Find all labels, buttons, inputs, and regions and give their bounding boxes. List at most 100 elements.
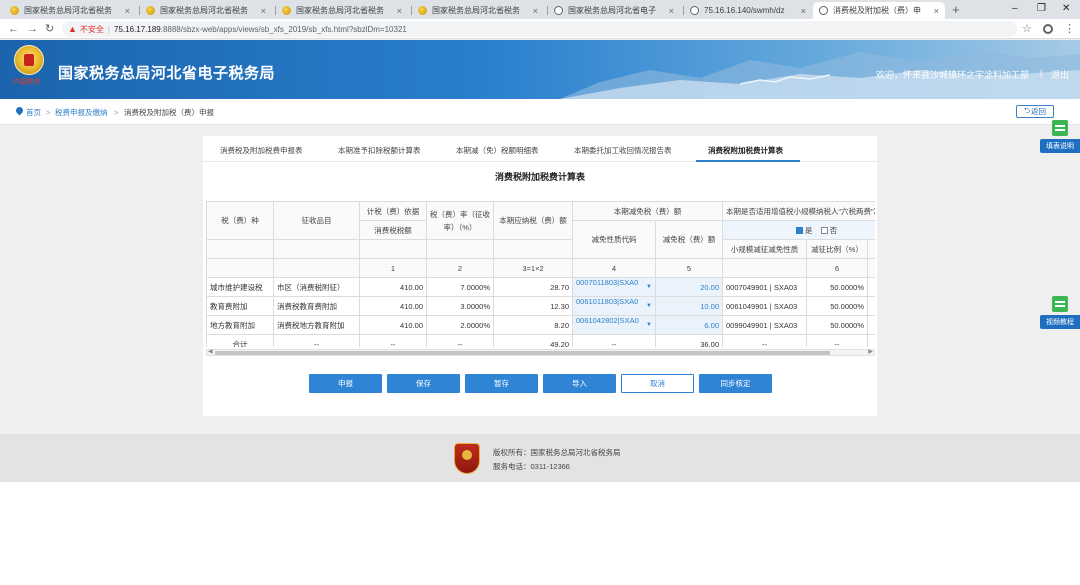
globe-icon: [690, 6, 699, 15]
return-arrow-icon: ⮌: [1023, 106, 1030, 115]
browser-tab[interactable]: 国家税务总局河北省税务 ×: [276, 2, 408, 19]
relief-amount-input[interactable]: 6.00: [655, 315, 723, 335]
warning-icon[interactable]: ▲: [68, 24, 77, 34]
form-panel: 消费税及附加税费申报表 本期准予扣除税额计算表 本期减（免）税额明细表 本期委托…: [203, 136, 877, 416]
tab-close-icon[interactable]: ×: [934, 6, 939, 16]
header-small-ratio: 减征比例（%）: [806, 239, 868, 259]
welcome-user[interactable]: 欢迎，怀来县沙城镇环之宇涂料加工部: [876, 68, 1029, 81]
logout-link[interactable]: 退出: [1051, 68, 1069, 81]
insecure-label[interactable]: 不安全: [80, 24, 104, 35]
document-icon: [1052, 120, 1068, 136]
tax-badge-icon: [454, 443, 480, 474]
relief-amount-input[interactable]: 10.00: [655, 296, 723, 316]
checkbox-yes[interactable]: [795, 226, 803, 234]
cancel-button[interactable]: 取消: [621, 374, 694, 393]
table-row: 城市维护建设税 市区（消费税附征） 410.00 7.0000% 28.70 ▼…: [206, 277, 875, 297]
reload-icon[interactable]: ↻: [45, 22, 54, 36]
back-arrow-icon[interactable]: ←: [8, 22, 19, 36]
breadcrumb: 首页 > 税费申报及缴纳 > 消费税及附加税（费）申报 ⮌ 返回: [0, 99, 1080, 125]
site-title: 国家税务总局河北省电子税务局: [58, 65, 276, 82]
total-row: 合计 -- -- -- 49.20 -- 36.00 -- --: [206, 334, 875, 347]
breadcrumb-tax-declaration[interactable]: 税费申报及缴纳: [55, 108, 108, 117]
breadcrumb-home[interactable]: 首页: [26, 108, 41, 117]
browser-tab[interactable]: 国家税务总局河北省税务 ×: [4, 2, 136, 19]
copyright-text: 版权所有：国家税务总局河北省税务局: [493, 448, 621, 457]
surcharge-table: 税（费）种 征收品目 计税（费）依据 税（费）率（征收率）（%） 本期应纳税（费…: [206, 201, 875, 347]
form-subtabs: 消费税及附加税费申报表 本期准予扣除税额计算表 本期减（免）税额明细表 本期委托…: [203, 136, 877, 162]
location-pin-icon: [14, 105, 25, 116]
header-basis-group: 计税（费）依据: [359, 201, 427, 221]
tab-deduction-calc[interactable]: 本期准予扣除税额计算表: [338, 145, 421, 156]
tab-relief-detail[interactable]: 本期减（免）税额明细表: [456, 145, 539, 156]
site-footer: 版权所有：国家税务总局河北省税务局 服务电话：0311-12366: [0, 434, 1080, 482]
browser-tab[interactable]: 国家税务总局河北省税务 ×: [140, 2, 272, 19]
active-tab-indicator: [696, 160, 800, 162]
checkbox-no[interactable]: [820, 226, 828, 234]
tab-close-icon[interactable]: ×: [261, 6, 266, 16]
small-taxpayer-choice: 是 否: [722, 220, 875, 240]
table-row: 教育费附加 消费税教育费附加 410.00 3.0000% 12.30 ▼ 006…: [206, 296, 875, 316]
tab-close-icon[interactable]: ×: [533, 6, 538, 16]
browser-tab[interactable]: 国家税务总局河北省税务 ×: [412, 2, 544, 19]
surcharge-table-container[interactable]: 税（费）种 征收品目 计税（费）依据 税（费）率（征收率）（%） 本期应纳税（费…: [206, 201, 875, 347]
new-tab-button[interactable]: +: [952, 2, 960, 17]
maximize-button[interactable]: ❐: [1037, 2, 1046, 16]
emblem-caption: 中国税务: [12, 78, 40, 86]
forward-arrow-icon[interactable]: →: [27, 22, 38, 36]
header-small-taxpayer-group: 本期是否适用增值税小规模纳税人“六税两费”减征政策: [722, 201, 875, 221]
relief-code-select[interactable]: ▼ 0007011803|SXA0: [572, 277, 656, 297]
back-button[interactable]: ⮌ 返回: [1016, 105, 1054, 118]
tab-close-icon[interactable]: ×: [397, 6, 402, 16]
address-bar[interactable]: ▲ 不安全 | 75.16.17.189:8888/sbzx-web/apps/…: [62, 21, 1017, 37]
site-favicon-icon: [10, 6, 19, 15]
table-row: 地方教育附加 消费税地方教育附加 410.00 2.0000% 8.20 ▼ 00…: [206, 315, 875, 335]
url-path: :8888/sbzx-web/apps/views/sb_xfs_2019/sb…: [160, 24, 407, 34]
dropdown-arrow-icon: ▼: [646, 322, 652, 328]
relief-amount-input[interactable]: 20.00: [655, 277, 723, 297]
browser-tab-bar: 国家税务总局河北省税务 × 国家税务总局河北省税务 × 国家税务总局河北省税务 …: [0, 0, 1080, 19]
sync-button[interactable]: 同步核定: [699, 374, 772, 393]
site-favicon-icon: [282, 6, 291, 15]
draft-button[interactable]: 暂存: [465, 374, 538, 393]
tax-emblem-icon: [14, 45, 44, 75]
relief-code-select[interactable]: ▼ 0061011803|SXA0: [572, 296, 656, 316]
site-header: 中国税务 国家税务总局河北省电子税务局 欢迎，怀来县沙城镇环之宇涂料加工部 | …: [0, 40, 1080, 99]
tab-close-icon[interactable]: ×: [801, 6, 806, 16]
import-button[interactable]: 导入: [543, 374, 616, 393]
header-basis: 消费税税额: [359, 220, 427, 240]
scroll-right-icon[interactable]: ▶: [868, 348, 873, 355]
browser-tab[interactable]: 国家税务总局河北省电子 ×: [548, 2, 680, 19]
dropdown-arrow-icon: ▼: [646, 284, 652, 290]
site-favicon-icon: [146, 6, 155, 15]
account-icon[interactable]: [1043, 24, 1053, 34]
dropdown-arrow-icon: ▼: [646, 303, 652, 309]
declare-button[interactable]: 申报: [309, 374, 382, 393]
total-payable: 49.20: [493, 334, 573, 347]
relief-code-select[interactable]: ▼ 0061042802|SXA0: [572, 315, 656, 335]
breadcrumb-current: 消费税及附加税（费）申报: [124, 108, 214, 117]
tab-surcharge-calc[interactable]: 消费税附加税费计算表: [708, 145, 783, 156]
header-relief-code: 减免性质代码: [572, 220, 656, 259]
minimize-button[interactable]: –: [1012, 2, 1018, 16]
header-relief-amount: 减免税（费）额: [655, 220, 723, 259]
total-relief: 36.00: [655, 334, 723, 347]
browser-menu-icon[interactable]: ⋮: [1064, 22, 1075, 36]
tab-close-icon[interactable]: ×: [125, 6, 130, 16]
form-guide-widget[interactable]: 填表说明: [1040, 120, 1080, 153]
browser-tab-active[interactable]: 消费税及附加税（费）申 ×: [813, 2, 945, 19]
video-tutorial-widget[interactable]: 视频教程: [1040, 296, 1080, 329]
horizontal-scrollbar[interactable]: ◀ ▶: [206, 349, 875, 356]
scroll-left-icon[interactable]: ◀: [208, 348, 213, 355]
scrollbar-thumb[interactable]: [215, 351, 830, 355]
close-window-button[interactable]: ✕: [1062, 2, 1070, 16]
tab-declaration-form[interactable]: 消费税及附加税费申报表: [220, 145, 303, 156]
save-button[interactable]: 保存: [387, 374, 460, 393]
tab-close-icon[interactable]: ×: [669, 6, 674, 16]
table-title: 消费税附加税费计算表: [494, 172, 585, 182]
header-small-code: 小规模减征减免性质: [722, 239, 807, 259]
video-icon: [1052, 296, 1068, 312]
globe-icon: [554, 6, 563, 15]
bookmark-star-icon[interactable]: ☆: [1022, 22, 1032, 36]
tab-processing-report[interactable]: 本期委托加工收回情况报告表: [574, 145, 672, 156]
browser-tab[interactable]: 75.16.16.140/swmh/dz ×: [684, 2, 812, 19]
